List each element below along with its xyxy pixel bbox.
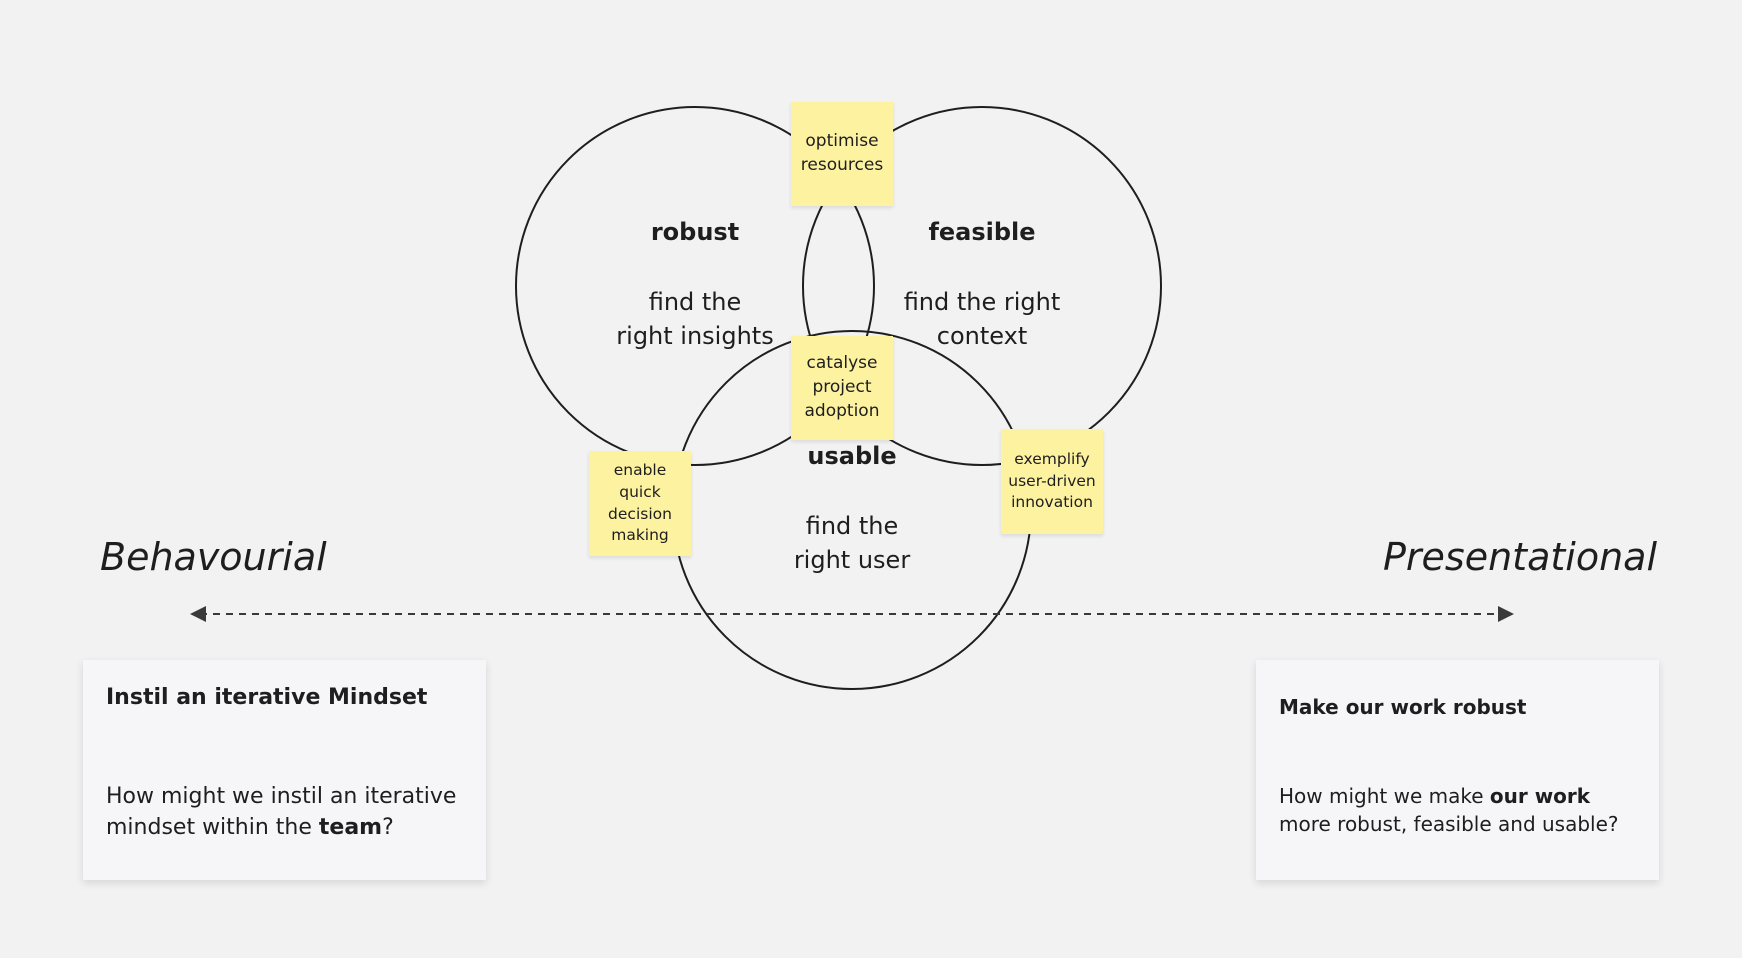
card-right-body-line1-prefix: How might we make bbox=[1279, 784, 1490, 808]
sticky-enable-line3: decision bbox=[608, 504, 672, 523]
card-right-body: How might we make our work more robust, … bbox=[1279, 782, 1649, 838]
circle-usable-subtitle-line1: find the bbox=[805, 512, 899, 540]
card-left-title: Instil an iterative Mindset bbox=[106, 685, 428, 710]
card-left-body: How might we instil an iterative mindset… bbox=[106, 782, 476, 844]
sticky-enable-quick-decision-making[interactable]: enable quick decision making bbox=[589, 451, 691, 556]
sticky-exemplify-line2: user-driven bbox=[1008, 471, 1096, 490]
arrow-left-icon bbox=[190, 606, 206, 622]
circle-feasible-subtitle-line1: find the right bbox=[903, 288, 1061, 316]
card-left-body-line2: mindset within the team? bbox=[106, 813, 476, 844]
sticky-catalyse-project-adoption[interactable]: catalyse project adoption bbox=[791, 336, 893, 440]
card-right-body-emphasis: our work bbox=[1489, 784, 1591, 808]
card-left-body-line1: How might we instil an iterative bbox=[106, 784, 457, 809]
circle-feasible-subtitle: find the right context bbox=[862, 286, 1102, 353]
circle-robust-subtitle-line2: right insights bbox=[616, 321, 774, 350]
sticky-catalyse-line3: adoption bbox=[804, 400, 880, 421]
card-left[interactable]: Instil an iterative Mindset How might we… bbox=[83, 660, 486, 880]
sticky-catalyse-line1: catalyse bbox=[806, 353, 878, 374]
sticky-exemplify-line3: innovation bbox=[1011, 493, 1093, 512]
sticky-enable-line2: quick bbox=[619, 482, 661, 501]
card-left-body-line2-suffix: ? bbox=[382, 814, 394, 840]
arrow-right-icon bbox=[1498, 606, 1514, 622]
sticky-exemplify-user-driven-innovation[interactable]: exemplify user-driven innovation bbox=[1001, 429, 1103, 534]
sticky-enable-line4: making bbox=[611, 526, 669, 545]
card-left-body-emphasis: team bbox=[318, 814, 383, 840]
circle-usable-title: usable bbox=[807, 442, 897, 470]
circle-usable-subtitle-line2: right user bbox=[793, 545, 911, 574]
sticky-optimise-line2: resources bbox=[800, 155, 884, 175]
circle-usable-subtitle: find the right user bbox=[732, 510, 972, 577]
sticky-exemplify-line1: exemplify bbox=[1014, 449, 1090, 468]
circle-feasible-title: feasible bbox=[928, 218, 1036, 246]
card-right[interactable]: Make our work robust How might we make o… bbox=[1256, 660, 1659, 880]
card-right-body-line1: How might we make our work bbox=[1279, 782, 1649, 810]
sticky-enable-line1: enable bbox=[613, 461, 667, 480]
card-right-body-line2: more robust, feasible and usable? bbox=[1279, 812, 1619, 836]
circle-robust-subtitle-line1: find the bbox=[648, 288, 742, 316]
card-left-body-line2-prefix: mindset within the bbox=[106, 814, 319, 840]
sticky-catalyse-line2: project bbox=[812, 377, 872, 398]
axis-label-left: Behavourial bbox=[100, 535, 327, 579]
axis-label-right: Presentational bbox=[1383, 535, 1657, 579]
sticky-optimise-line1: optimise bbox=[805, 131, 879, 152]
circle-robust-title: robust bbox=[650, 218, 740, 246]
circle-feasible-subtitle-line2: context bbox=[936, 321, 1028, 350]
card-right-title: Make our work robust bbox=[1279, 695, 1527, 719]
circle-robust-subtitle: find the right insights bbox=[575, 286, 815, 353]
sticky-optimise-resources[interactable]: optimise resources bbox=[791, 102, 893, 206]
